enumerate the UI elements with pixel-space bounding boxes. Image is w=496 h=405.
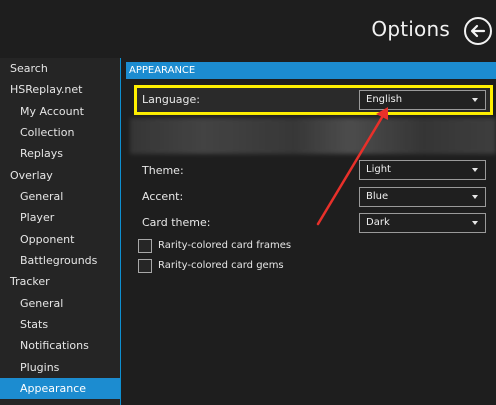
blurred-region (130, 118, 496, 154)
sidebar-item-notifications[interactable]: Notifications (0, 335, 120, 356)
sidebar: Search HSReplay.net My Account Collectio… (0, 58, 121, 405)
sidebar-item-plugins[interactable]: Plugins (0, 357, 120, 378)
chevron-down-icon (472, 98, 478, 102)
rarity-gems-label: Rarity-colored card gems (158, 260, 284, 271)
rarity-frames-label: Rarity-colored card frames (158, 240, 292, 251)
card-theme-label: Card theme: (142, 216, 211, 229)
card-theme-select[interactable]: Dark (359, 213, 486, 233)
sidebar-item-battlegrounds[interactable]: Battlegrounds (0, 250, 120, 271)
theme-select[interactable]: Light (359, 160, 486, 180)
sidebar-item-overlay-general[interactable]: General (0, 186, 120, 207)
theme-select-value: Light (366, 164, 391, 175)
sidebar-item-player[interactable]: Player (0, 207, 120, 228)
language-select[interactable]: English (359, 90, 486, 110)
sidebar-item-overlay[interactable]: Overlay (0, 165, 120, 186)
sidebar-item-search[interactable]: Search (0, 58, 120, 79)
arrow-left-icon (470, 24, 486, 38)
sidebar-item-collection[interactable]: Collection (0, 122, 120, 143)
accent-select[interactable]: Blue (359, 187, 486, 207)
section-header-appearance: APPEARANCE (126, 62, 496, 79)
card-theme-select-value: Dark (366, 217, 390, 228)
rarity-frames-checkbox[interactable] (138, 239, 152, 253)
accent-label: Accent: (142, 190, 184, 203)
back-button[interactable] (464, 17, 492, 45)
sidebar-item-appearance[interactable]: Appearance (0, 378, 120, 399)
language-label: Language: (142, 93, 200, 106)
sidebar-item-hsreplay[interactable]: HSReplay.net (0, 79, 120, 100)
sidebar-item-tracker[interactable]: Tracker (0, 271, 120, 292)
chevron-down-icon (472, 168, 478, 172)
sidebar-item-opponent[interactable]: Opponent (0, 229, 120, 250)
title-bar: Options (0, 0, 496, 58)
chevron-down-icon (472, 221, 478, 225)
accent-select-value: Blue (366, 191, 389, 202)
sidebar-item-replays[interactable]: Replays (0, 143, 120, 164)
sidebar-item-tracker-general[interactable]: General (0, 293, 120, 314)
sidebar-item-stats[interactable]: Stats (0, 314, 120, 335)
chevron-down-icon (472, 195, 478, 199)
rarity-gems-checkbox[interactable] (138, 259, 152, 273)
theme-label: Theme: (142, 164, 184, 177)
page-title: Options (371, 17, 450, 41)
sidebar-item-my-account[interactable]: My Account (0, 101, 120, 122)
language-select-value: English (366, 94, 403, 105)
